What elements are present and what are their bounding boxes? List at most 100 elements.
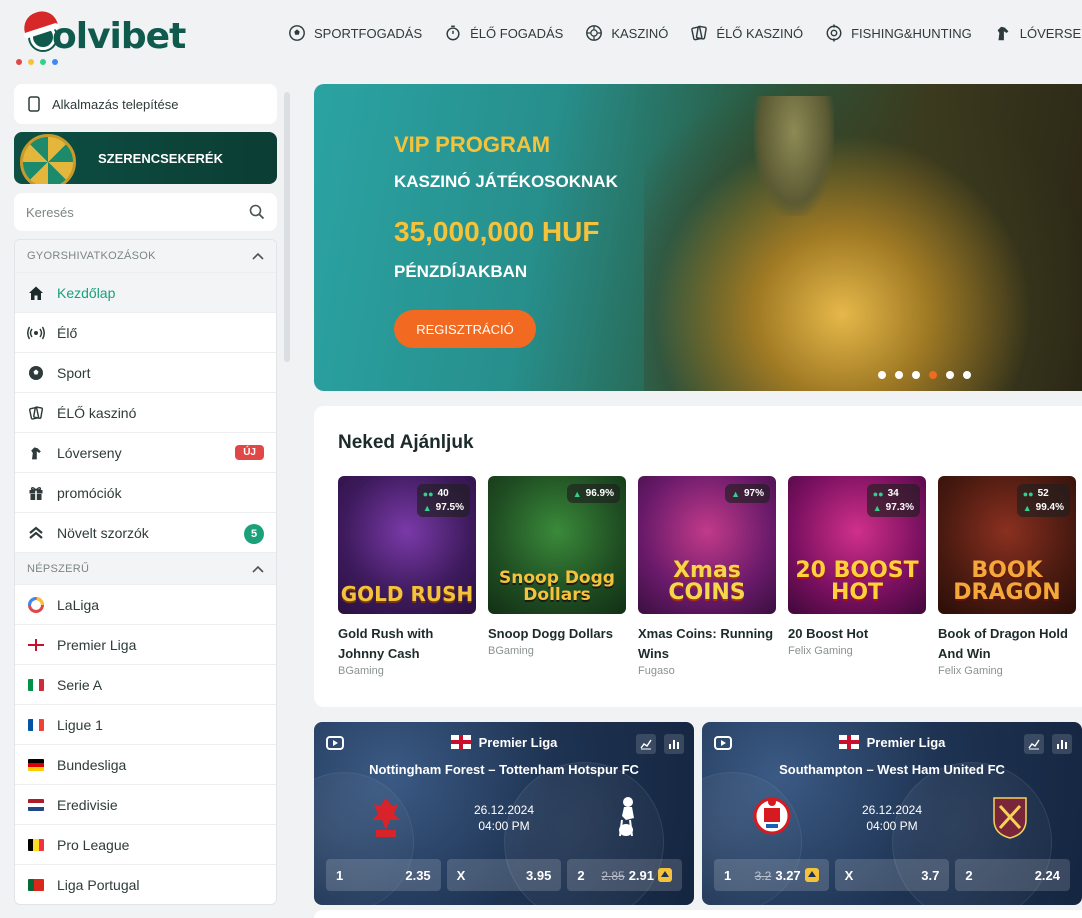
game-thumbnail[interactable]: GOLD RUSH ●● 40 ▲ 97.5%	[338, 476, 476, 614]
game-logo-art: GOLD RUSH	[340, 582, 474, 606]
sidebar-item-ligue-1[interactable]: Ligue 1	[15, 704, 276, 744]
bar-chart-icon[interactable]	[664, 734, 684, 754]
sidebar-item-live[interactable]: Élő	[15, 312, 276, 352]
nav-loverseny[interactable]: LÓVERSENY	[994, 24, 1082, 42]
hero-subtitle: KASZINÓ JÁTÉKOSOKNAK	[394, 172, 618, 191]
players-icon: ●●	[1022, 488, 1034, 499]
carousel-dots	[878, 371, 971, 379]
game-name[interactable]: 20 Boost Hot	[788, 624, 926, 644]
next-section-edge	[314, 910, 1082, 918]
carousel-dot[interactable]	[878, 371, 886, 379]
carousel-dot[interactable]	[946, 371, 954, 379]
game-name[interactable]: Gold Rush with Johnny Cash	[338, 624, 476, 664]
odd-button-home[interactable]: 1 3.2 3.27	[714, 859, 829, 891]
game-card[interactable]: Snoop Dogg Dollars ▲ 96.9% Snoop Dogg Dol…	[488, 476, 626, 677]
wheel-of-fortune-banner[interactable]: SZERENCSEKERÉK	[14, 132, 277, 184]
players-count: 40	[437, 488, 449, 499]
game-logo-art: 20 BOOST HOT	[795, 558, 919, 605]
game-provider: BGaming	[338, 665, 384, 677]
sidebar-item-liga-portugal[interactable]: Liga Portugal	[15, 864, 276, 904]
sidebar-item-live-casino[interactable]: ÉLŐ kaszinó	[15, 392, 276, 432]
odd-button-draw[interactable]: X 3.7	[834, 859, 950, 891]
sidebar-item-label: Kezdőlap	[57, 284, 116, 301]
game-thumbnail[interactable]: Snoop Dogg Dollars ▲ 96.9%	[488, 476, 626, 614]
carousel-dot[interactable]	[895, 371, 903, 379]
sidebar-item-premier-league[interactable]: Premier Liga	[15, 624, 276, 664]
sidebar-menu: GYORSHIVATKOZÁSOK Kezdőlap Élő Sport ÉLŐ…	[14, 239, 277, 905]
nav-elo-kaszino[interactable]: ÉLŐ KASZINÓ	[690, 24, 803, 42]
game-card[interactable]: Xmas COINS ▲ 97% Xmas Coins: Running Wins…	[638, 476, 776, 677]
odd-button-away[interactable]: 2 2.85 2.91	[567, 859, 683, 891]
sidebar-item-eredivisie[interactable]: Eredivisie	[15, 784, 276, 824]
sidebar-item-serie-a[interactable]: Serie A	[15, 664, 276, 704]
game-card[interactable]: BOOK DRAGON ●● 52 ▲ 99.4% Book of Dragon H…	[938, 476, 1076, 677]
sidebar-item-home[interactable]: Kezdőlap	[15, 272, 276, 312]
game-name[interactable]: Book of Dragon Hold And Win	[938, 624, 1076, 664]
sidebar-item-label: Eredivisie	[57, 796, 118, 813]
match-teams: Nottingham Forest – Tottenham Hotspur FC	[369, 762, 639, 777]
hero-banner[interactable]: VIP PROGRAM KASZINÓ JÁTÉKOSOKNAK 35,000,…	[314, 84, 1082, 391]
rtp-value: 96.9%	[585, 488, 614, 499]
sidebar-item-horse-racing[interactable]: Lóverseny ÚJ	[15, 432, 276, 472]
target-icon	[826, 24, 842, 42]
sidebar-item-boosted-odds[interactable]: Növelt szorzók 5	[15, 512, 276, 552]
register-button[interactable]: REGISZTRÁCIÓ	[394, 310, 536, 348]
rtp-value: 99.4%	[1035, 502, 1064, 513]
logo[interactable]: olvibet	[12, 7, 186, 65]
sidebar-item-bundesliga[interactable]: Bundesliga	[15, 744, 276, 784]
netherlands-flag-icon	[27, 796, 45, 814]
live-signal-icon	[27, 324, 45, 342]
game-card[interactable]: GOLD RUSH ●● 40 ▲ 97.5% Gold Rush with Joh…	[338, 476, 476, 677]
nav-elo-fogadas[interactable]: ÉLŐ FOGADÁS	[444, 24, 563, 42]
nav-sportfogadas[interactable]: SPORTFOGADÁS	[288, 24, 422, 42]
game-thumbnail[interactable]: 20 BOOST HOT ●● 34 ▲ 97.3%	[788, 476, 926, 614]
search-icon[interactable]	[249, 204, 265, 220]
nav-label: ÉLŐ KASZINÓ	[716, 25, 804, 41]
sidebar-scrollbar[interactable]	[284, 92, 290, 362]
sidebar-item-label: Sport	[57, 364, 91, 381]
game-card[interactable]: 20 BOOST HOT ●● 34 ▲ 97.3% 20 Boost Hot Fe…	[788, 476, 926, 677]
nav-label: LÓVERSENY	[1019, 25, 1082, 41]
new-badge: ÚJ	[235, 445, 264, 460]
game-thumbnail[interactable]: Xmas COINS ▲ 97%	[638, 476, 776, 614]
odd-button-draw[interactable]: X 3.95	[446, 859, 562, 891]
games-row: GOLD RUSH ●● 40 ▲ 97.5% Gold Rush with Joh…	[338, 476, 1076, 677]
hero-title: VIP PROGRAM	[394, 132, 551, 157]
app-install-button[interactable]: Alkalmazás telepítése	[14, 84, 277, 124]
game-thumbnail[interactable]: BOOK DRAGON ●● 52 ▲ 99.4%	[938, 476, 1076, 614]
match-card[interactable]: Premier Liga Southampton – West Ham Unit…	[702, 722, 1082, 905]
popular-header[interactable]: NÉPSZERŰ	[15, 552, 276, 584]
odd-label: X	[844, 867, 854, 883]
sidebar-item-pro-league[interactable]: Pro League	[15, 824, 276, 864]
nav-label: ÉLŐ FOGADÁS	[470, 25, 564, 41]
search-input[interactable]: Keresés	[14, 193, 277, 231]
game-provider: BGaming	[488, 645, 534, 657]
tottenham-crest-icon	[619, 797, 634, 837]
odd-button-home[interactable]: 1 2.35	[326, 859, 441, 891]
hero-amount: 35,000,000 HUF	[394, 216, 600, 247]
carousel-dot[interactable]	[963, 371, 971, 379]
header: olvibet SPORTFOGADÁS ÉLŐ FOGADÁS KASZINÓ…	[0, 0, 1082, 70]
sidebar-item-label: Liga Portugal	[57, 876, 140, 893]
carousel-dot[interactable]	[912, 371, 920, 379]
game-name[interactable]: Xmas Coins: Running Wins	[638, 624, 776, 664]
game-name[interactable]: Snoop Dogg Dollars	[488, 624, 626, 644]
match-card[interactable]: Premier Liga Nottingham Forest – Tottenh…	[314, 722, 694, 905]
statistics-icon[interactable]	[1024, 734, 1044, 754]
carousel-dot-active[interactable]	[929, 371, 937, 379]
sidebar-item-promotions[interactable]: promóciók	[15, 472, 276, 512]
bar-chart-icon[interactable]	[1052, 734, 1072, 754]
sidebar-item-sport[interactable]: Sport	[15, 352, 276, 392]
quick-links-title: GYORSHIVATKOZÁSOK	[27, 250, 156, 262]
nav-kaszino[interactable]: KASZINÓ	[585, 24, 668, 42]
statistics-icon[interactable]	[636, 734, 656, 754]
portugal-flag-icon	[27, 876, 45, 894]
rtp-value: 97.3%	[885, 502, 914, 513]
odd-button-away[interactable]: 2 2.24	[955, 859, 1071, 891]
stopwatch-icon	[446, 25, 460, 41]
sidebar-item-label: Premier Liga	[57, 636, 137, 653]
sidebar-item-laliga[interactable]: LaLiga	[15, 584, 276, 624]
gift-icon	[27, 484, 45, 502]
quick-links-header[interactable]: GYORSHIVATKOZÁSOK	[15, 240, 276, 272]
nav-fishing-hunting[interactable]: FISHING&HUNTING	[825, 24, 972, 42]
